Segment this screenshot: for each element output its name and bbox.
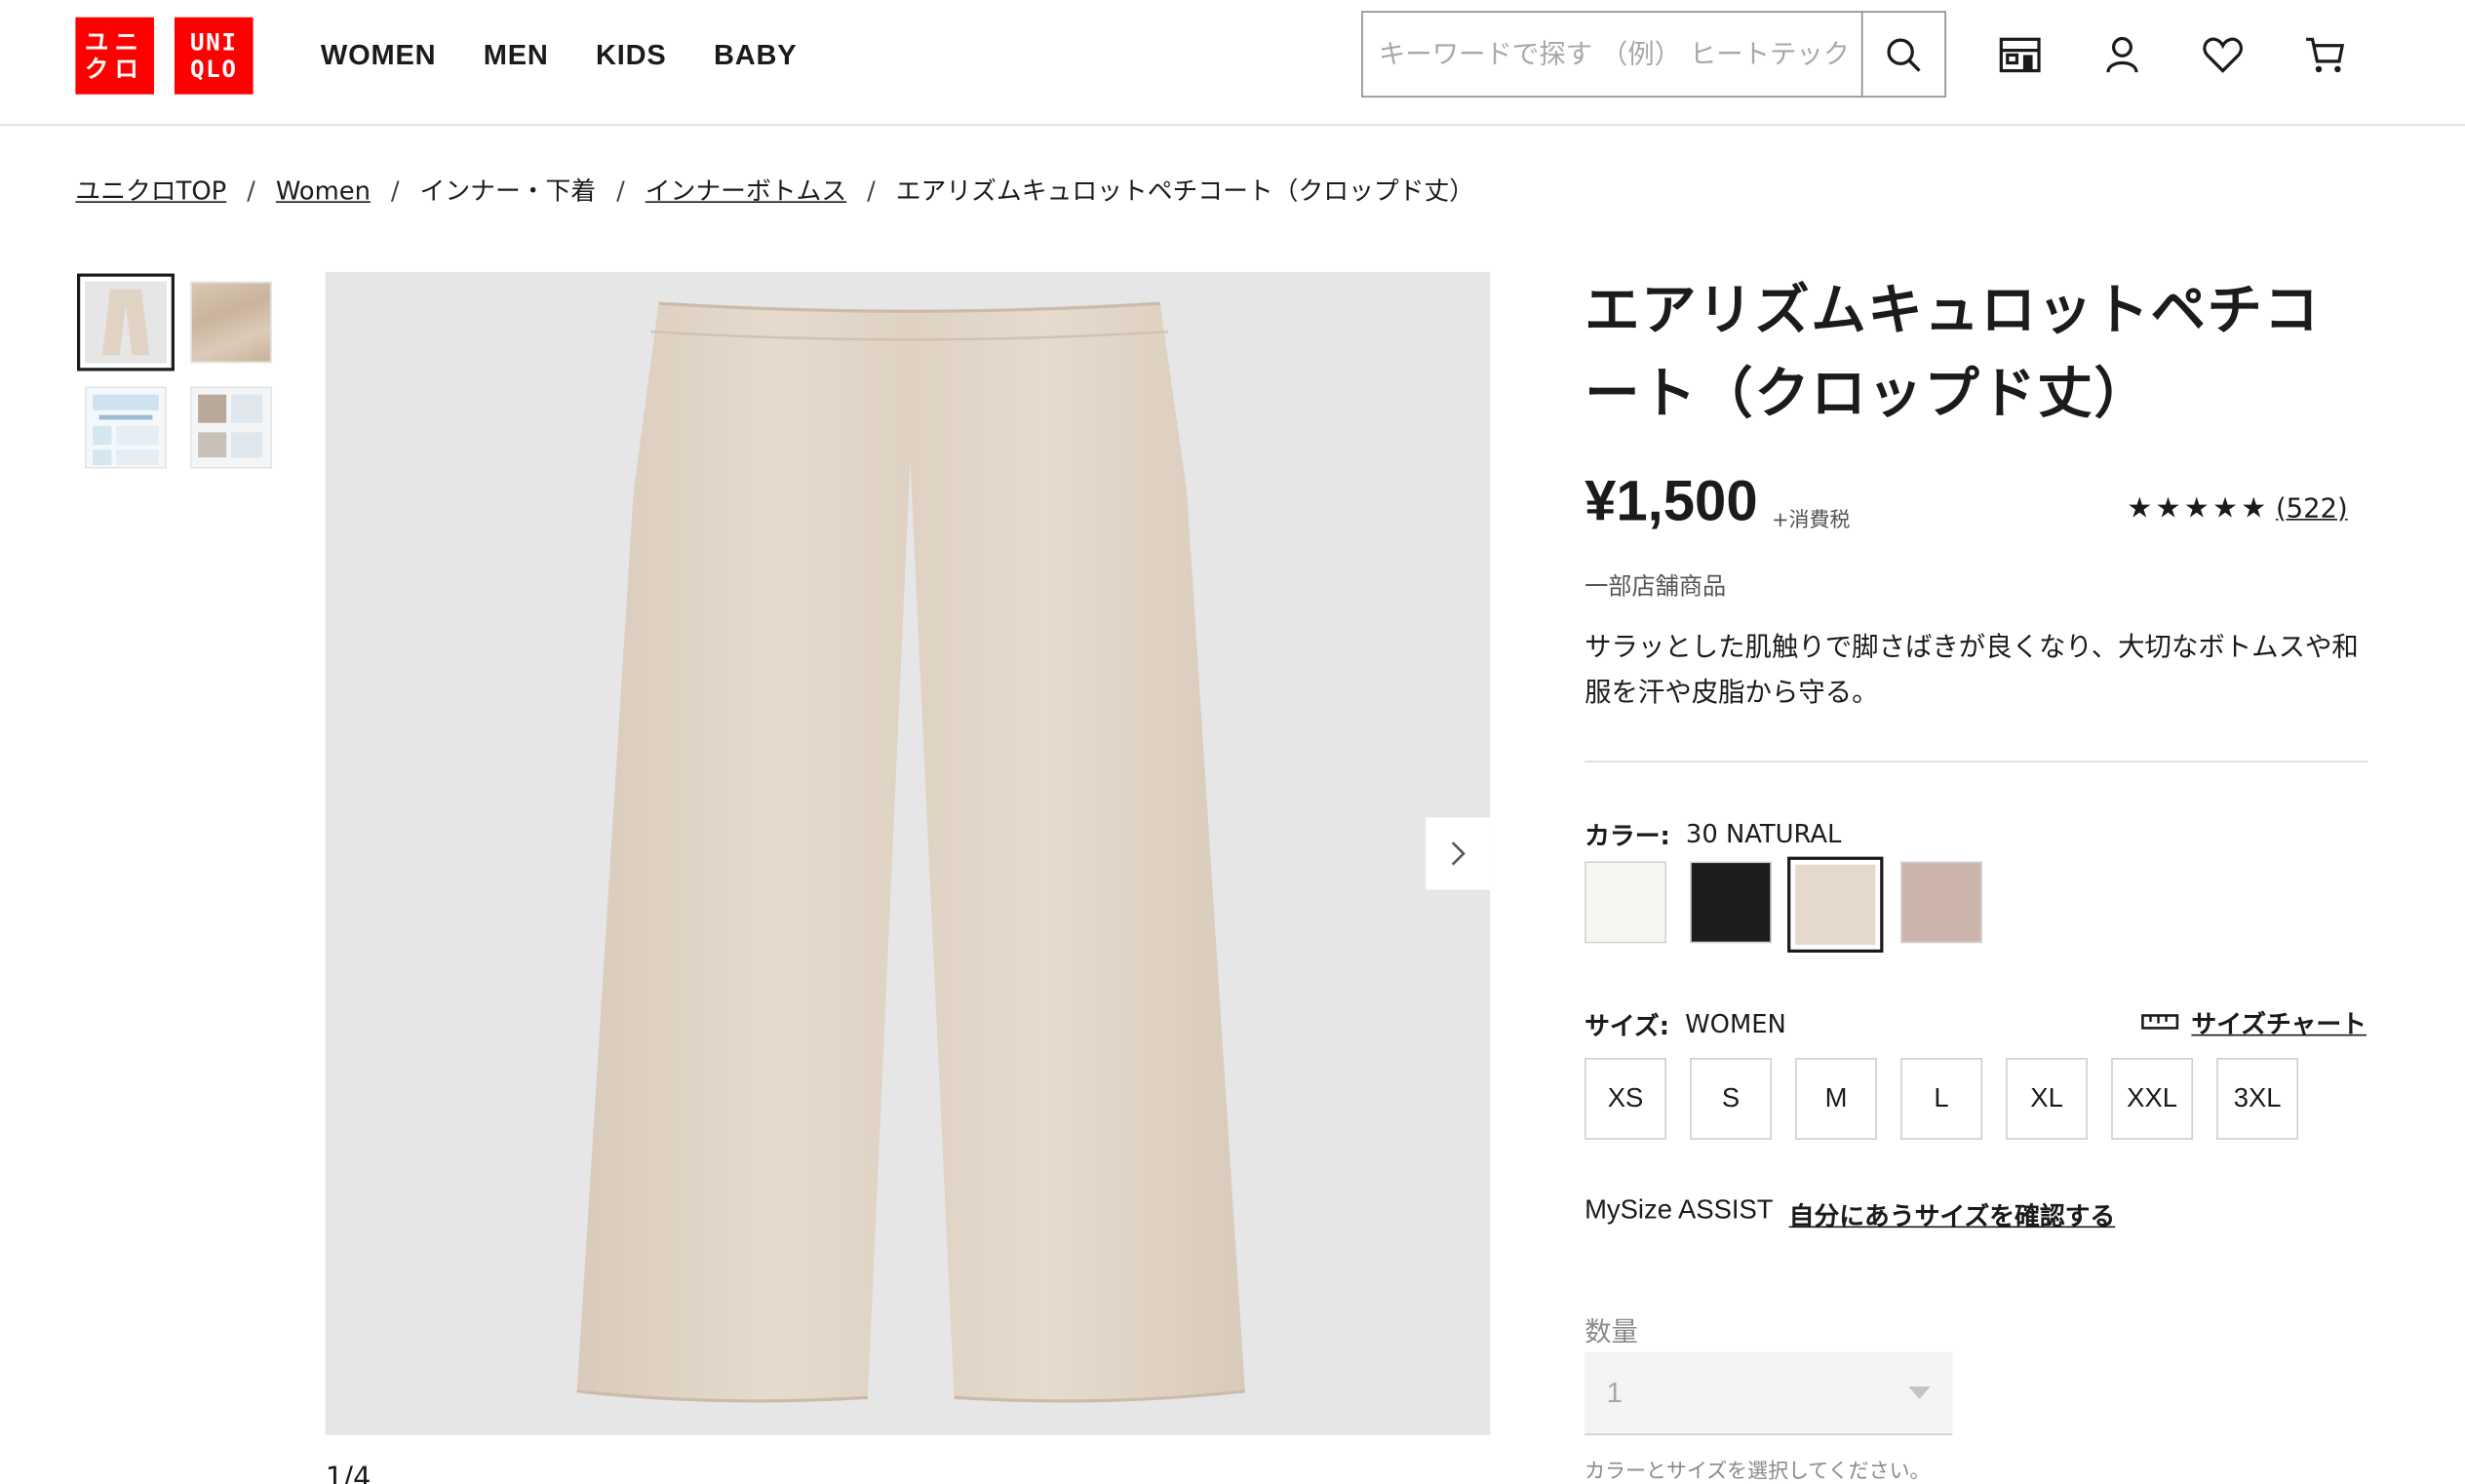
cart-icon[interactable] bbox=[2303, 33, 2347, 77]
size-option-m[interactable]: M bbox=[1795, 1058, 1877, 1140]
tax-note: +消費税 bbox=[1771, 509, 1851, 533]
breadcrumb: ユニクロTOP / Women / インナー・下着 / インナーボトムス / エ… bbox=[75, 175, 1474, 209]
size-option-xl[interactable]: XL bbox=[2006, 1058, 2089, 1140]
size-chart-link[interactable]: サイズチャート bbox=[2141, 1003, 2367, 1041]
thumbnail-2[interactable] bbox=[190, 281, 272, 364]
quantity-note: カラーとサイズを選択してください。 bbox=[1585, 1460, 1931, 1484]
search-icon bbox=[1887, 37, 1921, 71]
heart-icon[interactable] bbox=[2201, 33, 2245, 77]
nav-baby[interactable]: BABY bbox=[714, 36, 797, 74]
color-label: カラー: bbox=[1585, 820, 1670, 851]
size-option-xs[interactable]: XS bbox=[1585, 1058, 1666, 1140]
breadcrumb-separator: / bbox=[247, 176, 255, 207]
color-swatch-natural[interactable] bbox=[1787, 856, 1884, 953]
rating-stars: ★★★★★ bbox=[2127, 491, 2270, 526]
uniqlo-logo[interactable]: ユニ クロ UNI QLO bbox=[75, 17, 254, 95]
breadcrumb-separator: / bbox=[390, 176, 400, 207]
thumbnail-3[interactable] bbox=[85, 386, 167, 469]
caret-down-icon bbox=[1908, 1386, 1931, 1399]
swatch-fill bbox=[1585, 863, 1665, 942]
rating[interactable]: ★★★★★ (522) bbox=[2127, 492, 2347, 526]
size-option-xxl[interactable]: XXL bbox=[2111, 1058, 2194, 1140]
thumbnail-1[interactable] bbox=[76, 273, 175, 371]
nav-women[interactable]: WOMEN bbox=[321, 36, 436, 74]
culotte-petticoat-image bbox=[576, 301, 1246, 1403]
ruler-icon bbox=[2141, 1014, 2179, 1030]
quantity-value: 1 bbox=[1606, 1376, 1623, 1408]
logo-katakana-line1: ユニ bbox=[85, 27, 145, 57]
size-chart-label: サイズチャート bbox=[2191, 1009, 2367, 1039]
account-icon[interactable] bbox=[2100, 33, 2144, 77]
review-count[interactable]: (522) bbox=[2276, 492, 2348, 524]
search-box bbox=[1361, 11, 1946, 98]
main-product-image bbox=[325, 271, 1491, 1435]
logo-latin: UNI QLO bbox=[174, 17, 254, 95]
store-icon[interactable] bbox=[1998, 33, 2042, 77]
breadcrumb-separator: / bbox=[616, 176, 625, 207]
mysize-link[interactable]: 自分にあうサイズを確認する bbox=[1789, 1194, 2116, 1232]
logo-latin-line1: UNI bbox=[190, 27, 238, 57]
quantity-label: 数量 bbox=[1585, 1317, 1638, 1349]
mysize-assist: MySize ASSIST 自分にあうサイズを確認する bbox=[1585, 1194, 2115, 1232]
swatch-fill bbox=[1691, 863, 1771, 942]
color-swatch-black[interactable] bbox=[1690, 861, 1772, 944]
swatch-fill bbox=[1795, 864, 1876, 945]
site-header: ユニ クロ UNI QLO WOMEN MEN KIDS BABY bbox=[0, 0, 2465, 126]
thumbnail-image bbox=[85, 281, 167, 364]
color-label-row: カラー: 30 NATURAL bbox=[1585, 814, 1841, 852]
logo-katakana: ユニ クロ bbox=[75, 17, 154, 95]
store-availability-note: 一部店舗商品 bbox=[1585, 571, 1727, 601]
usage-info-image bbox=[191, 388, 271, 467]
airism-info-image bbox=[86, 388, 166, 467]
nav-men[interactable]: MEN bbox=[484, 36, 549, 74]
global-nav: WOMEN MEN KIDS BABY bbox=[321, 36, 798, 74]
product-description: サラッとした肌触りで脚さばきが良くなり、大切なボトムスや和服を汗や皮脂から守る。 bbox=[1585, 632, 2359, 710]
breadcrumb-women[interactable]: Women bbox=[276, 175, 371, 209]
divider bbox=[1585, 761, 2367, 762]
swatch-fill bbox=[1901, 863, 1981, 942]
nav-kids[interactable]: KIDS bbox=[596, 36, 667, 74]
product-title: エアリズムキュロットペチコート（クロップド丈） bbox=[1585, 279, 2321, 426]
size-option-3xl[interactable]: 3XL bbox=[2216, 1058, 2299, 1140]
quantity-select[interactable]: 1 bbox=[1585, 1351, 1953, 1435]
logo-katakana-line2: クロ bbox=[85, 54, 145, 83]
search-button[interactable] bbox=[1860, 12, 1944, 97]
search-input[interactable] bbox=[1362, 12, 1861, 97]
logo-latin-line2: QLO bbox=[190, 54, 238, 83]
breadcrumb-separator: / bbox=[867, 176, 876, 207]
mysize-label: MySize ASSIST bbox=[1585, 1194, 1774, 1225]
color-swatch-pink-beige[interactable] bbox=[1900, 861, 1982, 944]
size-label: サイズ: bbox=[1585, 1010, 1670, 1041]
breadcrumb-inner: インナー・下着 bbox=[419, 176, 597, 207]
size-label-row: サイズ: WOMEN bbox=[1585, 1004, 1786, 1042]
thumbnail-4[interactable] bbox=[190, 386, 272, 469]
fabric-closeup-image bbox=[191, 283, 271, 362]
breadcrumb-inner-bottoms[interactable]: インナーボトムス bbox=[646, 175, 846, 209]
size-option-s[interactable]: S bbox=[1690, 1058, 1772, 1140]
size-option-l[interactable]: L bbox=[1900, 1058, 1982, 1140]
breadcrumb-current: エアリズムキュロットペチコート（クロップド丈） bbox=[895, 176, 1475, 207]
next-image-button[interactable] bbox=[1426, 817, 1491, 890]
color-value: 30 NATURAL bbox=[1685, 818, 1842, 848]
image-counter: 1/4 bbox=[325, 1462, 372, 1484]
size-value: WOMEN bbox=[1685, 1008, 1786, 1038]
color-swatch-off-white[interactable] bbox=[1585, 861, 1666, 944]
product-price: ¥1,500 bbox=[1585, 468, 1758, 533]
breadcrumb-top[interactable]: ユニクロTOP bbox=[75, 175, 226, 209]
chevron-right-icon bbox=[1450, 841, 1465, 866]
